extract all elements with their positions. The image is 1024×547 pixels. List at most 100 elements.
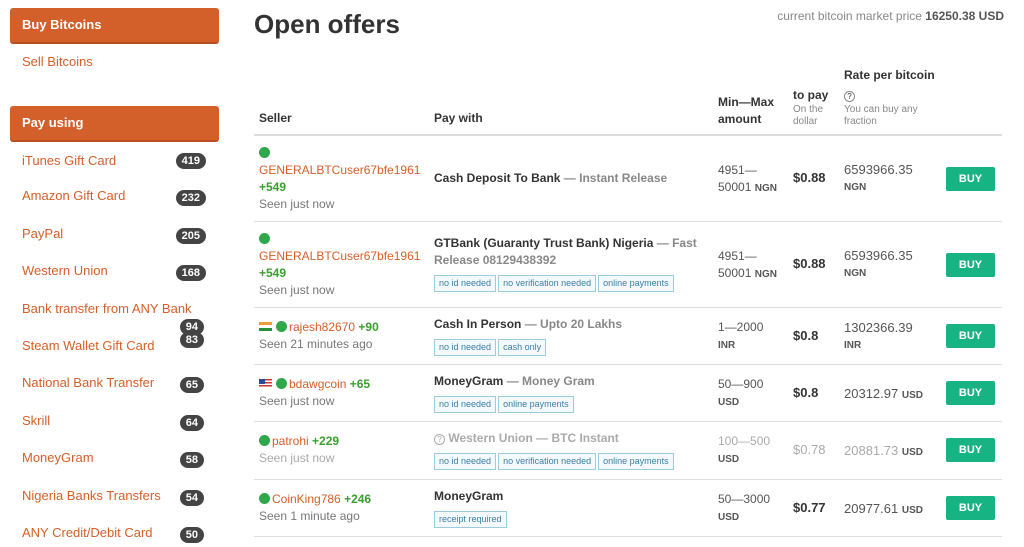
col-min-max-line1: Min—Max — [718, 95, 775, 109]
seller-link[interactable]: CoinKing786 — [272, 492, 341, 506]
payment-detail: Upto 20 Lakhs — [540, 317, 623, 331]
col-min-max: Min—Max amount — [718, 94, 774, 128]
payment-separator: — — [653, 236, 673, 250]
rate-cell: 20881.73 USD — [844, 442, 923, 462]
sidebar-item-amazon[interactable]: Amazon Gift Card 232 — [10, 179, 219, 216]
sidebar-item-label: Nigeria Banks Transfers — [22, 487, 161, 503]
col-to-pay-sub: On the dollar — [793, 104, 823, 128]
sidebar-item-itunes[interactable]: iTunes Gift Card 419 — [10, 142, 219, 179]
sidebar-item-national-bank[interactable]: National Bank Transfer 65 — [10, 366, 219, 403]
col-seller: Seller — [259, 111, 292, 125]
green-dot-icon — [259, 233, 270, 244]
amount-cell: 4951— 50001 NGN — [718, 162, 777, 197]
offer-tags: receipt required — [434, 510, 704, 528]
payment-method[interactable]: Western Union — [448, 431, 532, 445]
sidebar-item-credit-card[interactable]: ANY Credit/Debit Card 50 — [10, 516, 219, 547]
payment-method[interactable]: GTBank (Guaranty Trust Bank) Nigeria — [434, 236, 653, 250]
buy-button[interactable]: BUY — [946, 381, 995, 405]
rate-currency: NGN — [844, 182, 867, 193]
offer-tags: no id needed online payments — [434, 395, 704, 413]
sidebar-item-label: Steam Wallet Gift Card — [22, 337, 155, 353]
col-to-pay-sub-line1: On the — [793, 104, 824, 115]
seller-link[interactable]: GENERALBTCuser67bfe1961 — [259, 249, 420, 263]
seller-link[interactable]: patrohi — [272, 434, 309, 448]
sidebar-item-skrill[interactable]: Skrill 64 — [10, 404, 219, 441]
amount-cell: 50—3000 USD — [718, 491, 770, 526]
col-rate: Rate per bitcoin — [844, 68, 935, 82]
tag-badge: online payments — [598, 453, 674, 470]
market-price: current bitcoin market price 16250.38 US… — [777, 9, 1004, 23]
seller-score: +229 — [312, 434, 340, 448]
sidebar-item-steam[interactable]: Steam Wallet Gift Card 83 — [10, 329, 219, 366]
rate-cell: 1302366.39 INR — [844, 319, 913, 355]
payment-method[interactable]: Cash In Person — [434, 317, 521, 331]
question-circle-icon[interactable]: ? — [434, 434, 445, 445]
sidebar-item-label: Amazon Gift Card — [22, 188, 126, 204]
sidebar-item-label: National Bank Transfer — [22, 375, 155, 391]
us-flag-icon — [259, 379, 272, 388]
sidebar-item-paypal[interactable]: PayPal 205 — [10, 217, 219, 254]
amount-cell: 50—900 USD — [718, 376, 763, 411]
tag-badge: no verification needed — [498, 275, 597, 292]
seller-link[interactable]: rajesh82670 — [289, 320, 355, 334]
tag-badge: no verification needed — [498, 453, 597, 470]
seller-cell: bdawgcoin +65 Seen just now — [259, 376, 370, 410]
col-to-pay: to pay — [793, 88, 829, 102]
payment-method-list: iTunes Gift Card 419 Amazon Gift Card 232 … — [10, 142, 219, 547]
seen-status: Seen 21 minutes ago — [259, 337, 373, 351]
rate-cell: 6593966.35 NGN — [844, 247, 913, 283]
count-badge: 65 — [179, 377, 204, 394]
payment-method[interactable]: Cash Deposit To Bank — [434, 171, 560, 185]
seller-cell: patrohi +229 Seen just now — [259, 433, 339, 467]
buy-button[interactable]: BUY — [946, 496, 995, 520]
to-pay-value: $0.77 — [793, 500, 826, 515]
market-price-label: current bitcoin market price — [777, 9, 922, 23]
sidebar-item-moneygram[interactable]: MoneyGram 58 — [10, 441, 219, 478]
amount-min: 100—500 — [718, 434, 771, 448]
payment-method[interactable]: MoneyGram — [434, 489, 503, 503]
to-pay-value: $0.8 — [793, 385, 819, 400]
tag-badge: receipt required — [434, 511, 507, 528]
table-row: bdawgcoin +65 Seen just now MoneyGram — … — [254, 365, 1002, 422]
sidebar-item-western-union[interactable]: Western Union 168 — [10, 254, 219, 291]
payment-method[interactable]: MoneyGram — [434, 374, 503, 388]
rate-currency: USD — [901, 447, 923, 458]
tag-badge: online payments — [598, 275, 674, 292]
sidebar-item-label: PayPal — [22, 225, 64, 241]
india-flag-icon — [259, 322, 272, 331]
buy-button[interactable]: BUY — [946, 324, 995, 348]
rate-currency: USD — [901, 505, 923, 516]
amount-currency: INR — [718, 340, 736, 351]
buy-button[interactable]: BUY — [946, 167, 995, 191]
seller-link[interactable]: GENERALBTCuser67bfe1961 — [259, 163, 420, 177]
question-circle-icon[interactable]: ? — [844, 86, 855, 104]
market-price-value: 16250.38 USD — [925, 9, 1004, 23]
buy-bitcoins-tab[interactable]: Buy Bitcoins — [10, 8, 219, 44]
sidebar-item-label: ANY Credit/Debit Card — [22, 524, 153, 540]
buy-button[interactable]: BUY — [946, 438, 995, 462]
sell-bitcoins-link[interactable]: Sell Bitcoins — [10, 44, 219, 79]
seen-status: Seen just now — [259, 451, 335, 465]
amount-cell: 1—2000 INR — [718, 319, 763, 354]
count-badge: 50 — [179, 526, 204, 543]
amount-currency: USD — [718, 397, 740, 408]
offer-tags: no id needed no verification needed online… — [434, 452, 704, 470]
seller-score: +90 — [358, 320, 379, 334]
buy-button[interactable]: BUY — [946, 253, 995, 277]
green-dot-icon — [276, 321, 287, 332]
seller-link[interactable]: bdawgcoin — [289, 377, 346, 391]
count-badge: 83 — [179, 331, 204, 348]
sidebar-item-bank-transfer[interactable]: Bank transfer from ANY Bank 94 — [10, 292, 219, 335]
table-row: rajesh82670 +90 Seen 21 minutes ago Cash… — [254, 308, 1002, 365]
table-row: GENERALBTCuser67bfe1961 +549 Seen just n… — [254, 222, 1002, 308]
seller-cell: GENERALBTCuser67bfe1961 +549 Seen just n… — [259, 145, 420, 213]
rate-value: 20312.97 — [844, 386, 899, 401]
table-row: GENERALBTCuser67bfe1961 +549 Seen just n… — [254, 136, 1002, 222]
amount-min: 50—3000 — [718, 492, 771, 506]
sidebar-item-nigeria-banks[interactable]: Nigeria Banks Transfers 54 — [10, 479, 219, 516]
seller-cell: rajesh82670 +90 Seen 21 minutes ago — [259, 319, 379, 353]
amount-currency: USD — [718, 454, 740, 465]
sidebar-item-label: Bank transfer from ANY Bank — [22, 300, 192, 316]
tag-badge: no id needed — [434, 339, 497, 356]
col-to-pay-sub-line2: dollar — [793, 116, 818, 127]
